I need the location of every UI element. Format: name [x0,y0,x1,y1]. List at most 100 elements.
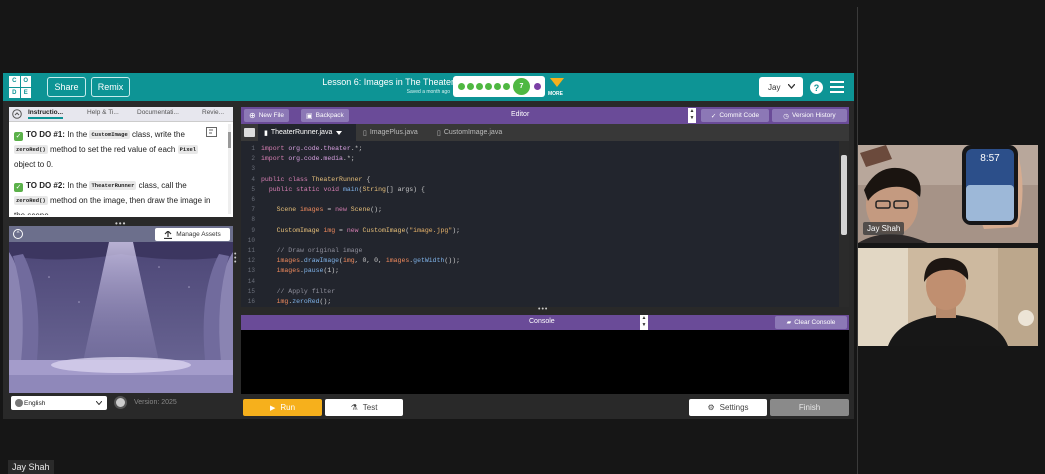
code-token: CustomImage [89,130,130,139]
participant-tile-2[interactable] [858,248,1038,346]
plus-circle-icon: ⊕ [249,111,256,120]
line-number: 15 [247,287,255,295]
saved-status: Saved a month ago [406,89,450,95]
line-number: 16 [247,298,255,305]
backpack-button[interactable]: ▣ Backpack [301,109,349,122]
help-icon[interactable]: ? [810,81,823,94]
scrollbar-thumb[interactable] [841,155,847,235]
level-dot[interactable] [476,83,483,90]
tab-review[interactable]: Revie... [202,109,224,116]
phone-clock: 8:57 [980,153,1000,164]
run-label: Run [280,403,296,412]
tab-documentation[interactable]: Documentati... [137,109,179,116]
collapse-circle-icon[interactable]: ^ [13,229,23,239]
code-token: Pixel [177,145,199,154]
lesson-title: Lesson 6: Images in The Theater [322,77,454,87]
folder-icon[interactable] [244,128,255,137]
meeting-screen: C O D E Share Remix Lesson 6: Images in … [0,0,1045,474]
gear-icon[interactable] [114,396,127,409]
todo-text: class, write the [132,130,185,139]
file-icon: ▯ [363,129,367,137]
file-tab-label: ImagePlus.java [369,129,418,136]
more-levels-icon[interactable] [550,78,564,87]
level-dot[interactable] [467,83,474,90]
line-number: 13 [247,267,255,275]
theater-stage-preview [9,242,233,393]
instructions-scrollbar[interactable] [228,124,231,214]
remix-button[interactable]: Remix [91,77,130,97]
level-dot[interactable] [494,83,501,90]
hamburger-menu-icon[interactable] [830,81,844,93]
language-value: English [24,399,46,407]
new-file-button[interactable]: ⊕ New File [244,109,289,122]
todo-2: ✓ TO DO #2: In the TheaterRunner class, c… [14,178,220,215]
run-button[interactable]: ▶ Run [243,399,322,416]
logo-letter: O [20,76,31,87]
participant-video [858,248,1038,346]
history-clock-icon: ◷ [783,112,789,120]
code-line: import org.code.media.*; [261,155,355,163]
manage-assets-button[interactable]: Manage Assets [155,228,230,241]
line-number: 3 [251,165,255,173]
todo-text: In the [67,130,88,139]
tab-help-tips[interactable]: Help & Ti... [87,109,119,116]
editor-scrollbar[interactable] [839,141,849,307]
settings-button[interactable]: ⚙ Settings [689,399,767,416]
level-dot[interactable] [503,83,510,90]
code-line: public static void main(String[] args) { [268,185,425,193]
collapse-circle-icon[interactable] [12,109,22,119]
level-dot[interactable] [485,83,492,90]
todo-text: method to set the red value of each [49,145,176,154]
current-level-bubble[interactable]: 7 [513,78,530,95]
tab-theaterrunner[interactable]: ▮ TheaterRunner.java [258,124,356,141]
test-label: Test [362,403,378,412]
console-output[interactable] [241,330,849,394]
finish-button[interactable]: Finish [770,399,849,416]
editor-scroll-arrows[interactable]: ▲ ▼ [688,108,696,123]
line-number: 1 [251,145,255,152]
todo-text: In the [67,181,88,190]
code-logo[interactable]: C O D E [9,76,31,98]
vertical-resize-handle-icon[interactable]: • • • [234,251,236,266]
line-number: 7 [251,206,255,214]
line-number: 8 [251,216,255,224]
line-number: 10 [247,236,255,244]
tab-customimage[interactable]: ▯ CustomImage.java [437,124,502,141]
scrollbar-thumb[interactable] [228,132,231,148]
test-button[interactable]: ⚗ Test [325,399,403,416]
gear-icon: ⚙ [707,403,715,412]
file-icon: ▯ [437,129,441,137]
codestudio-app: C O D E Share Remix Lesson 6: Images in … [3,73,854,419]
level-dot[interactable] [458,83,465,90]
code-line: import org.code.theater.*; [261,145,363,152]
todo-label: TO DO #2: [26,181,65,190]
checkmark-icon: ✓ [14,132,23,141]
commit-icon: ✓ [710,112,717,120]
line-number: 6 [251,196,255,203]
level-dot[interactable] [534,83,541,90]
more-label[interactable]: MORE [548,91,563,97]
code-editor[interactable]: 1 import org.code.theater.*; 2 import org.c… [241,141,839,307]
tab-imageplus[interactable]: ▯ ImagePlus.java [363,124,418,141]
language-select[interactable]: English [11,396,107,410]
line-number: 12 [247,257,255,265]
code-line: // Apply filter [261,287,336,295]
tab-instructions[interactable]: Instructio... [28,109,64,119]
participant-tile-jay[interactable]: 8:57 Jay Shah [858,145,1038,243]
editor-header: ⊕ New File ▣ Backpack Editor ▲ ▼ ✓ Commit… [241,107,849,124]
resize-handle-icon[interactable]: ••• [538,306,548,313]
level-progress: 7 [453,76,545,97]
stage-image [9,242,233,393]
code-line: images.pause(1); [276,267,340,275]
code-line: Scene images = new Scene(); [276,206,382,214]
share-button[interactable]: Share [47,77,86,97]
user-menu[interactable]: Jay [759,77,803,97]
instruction-tabs: Instructio... Help & Ti... Documentati..… [9,107,233,122]
console-scroll-arrows[interactable]: ▲ ▼ [640,315,648,330]
commit-label: Commit Code [719,112,760,119]
participant-name: Jay Shah [863,222,905,235]
commit-code-button[interactable]: ✓ Commit Code [701,109,769,122]
clear-console-button[interactable]: ▰ Clear Console [775,316,847,329]
version-history-label: Version History [791,112,836,119]
version-history-button[interactable]: ◷ Version History [772,109,847,122]
